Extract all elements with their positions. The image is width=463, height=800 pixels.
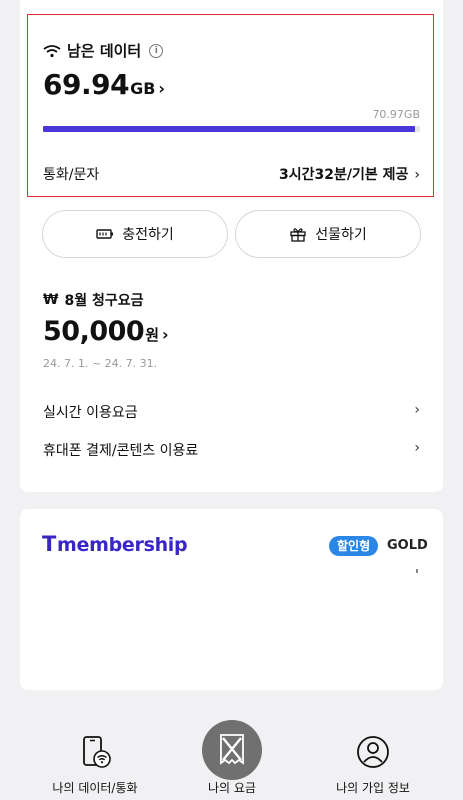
membership-grade: GOLD — [387, 538, 428, 553]
call-sms-label: 통화/문자 — [43, 167, 100, 183]
data-usage-bar-fill — [43, 126, 415, 132]
remaining-data-title: 남은 데이터 — [67, 42, 142, 60]
remaining-data-unit: GB — [130, 79, 156, 98]
realtime-usage-fee-link[interactable]: 실시간 이용요금 › — [43, 402, 420, 422]
tab-my-data-call[interactable]: 나의 데이터/통화 — [40, 735, 150, 796]
membership-type-badge: 할인형 — [329, 536, 379, 556]
bill-amount-value: 50,000 — [43, 316, 145, 347]
wifi-icon — [43, 44, 61, 57]
remaining-data-header: 남은 데이터 i — [43, 40, 164, 61]
won-icon: ₩ — [43, 292, 59, 308]
tab-label: 나의 데이터/통화 — [52, 781, 138, 795]
battery-charge-icon — [96, 229, 114, 239]
chevron-right-icon: › — [162, 325, 169, 344]
menu-item-label: 휴대폰 결제/콘텐츠 이용료 — [43, 443, 199, 459]
close-fab-button[interactable] — [202, 720, 262, 780]
tab-label: 나의 가입 정보 — [336, 781, 410, 795]
t-membership-logo: Tmembership — [42, 532, 188, 556]
charge-button[interactable]: 충전하기 — [42, 210, 228, 258]
bill-amount[interactable]: 50,000 원 › — [43, 316, 169, 347]
tab-my-bill[interactable]: 나의 요금 — [192, 779, 272, 796]
call-sms-row[interactable]: 통화/문자 3시간32분/기본 제공 › — [43, 164, 420, 184]
call-sms-value: 3시간32분/기본 제공 — [279, 167, 409, 183]
tab-my-subscription-info[interactable]: 나의 가입 정보 — [318, 735, 428, 796]
bill-header: ₩ 8월 청구요금 — [43, 290, 143, 310]
chevron-right-icon: › — [414, 440, 420, 456]
remaining-data-amount[interactable]: 69.94 GB › — [43, 68, 165, 101]
chevron-right-icon: › — [414, 167, 420, 183]
phone-wifi-icon — [83, 736, 111, 768]
receipt-close-icon — [220, 734, 244, 765]
charge-button-label: 충전하기 — [122, 227, 174, 243]
bill-period: 24. 7. 1. ~ 24. 7. 31. — [43, 357, 158, 370]
chevron-right-icon: › — [158, 79, 165, 98]
data-usage-bar — [43, 126, 420, 132]
gift-button-label: 선물하기 — [315, 227, 367, 243]
bill-amount-unit: 원 — [145, 326, 160, 344]
user-profile-icon — [357, 736, 389, 768]
phone-payment-content-fee-link[interactable]: 휴대폰 결제/콘텐츠 이용료 › — [43, 440, 420, 460]
gift-icon — [290, 228, 306, 242]
total-data-label: 70.97GB — [372, 108, 420, 121]
chevron-right-icon: › — [414, 402, 420, 418]
small-mark — [416, 569, 418, 573]
remaining-data-value: 69.94 — [43, 68, 130, 101]
info-icon[interactable]: i — [149, 43, 164, 58]
menu-item-label: 실시간 이용요금 — [43, 405, 138, 421]
bill-title: 8월 청구요금 — [64, 293, 144, 309]
gift-button[interactable]: 선물하기 — [235, 210, 421, 258]
